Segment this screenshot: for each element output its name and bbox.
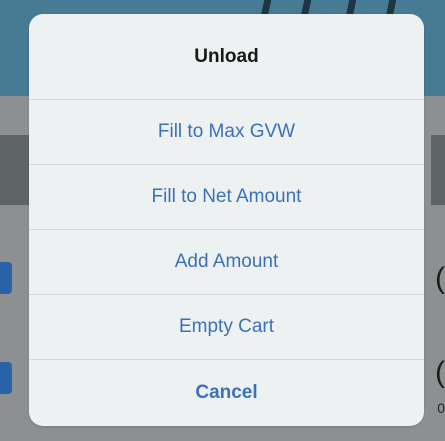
background-text: 0 xyxy=(437,400,445,416)
action-sheet-title: Unload xyxy=(29,14,424,100)
background-text: ( xyxy=(435,356,445,389)
empty-cart-button[interactable]: Empty Cart xyxy=(29,295,424,360)
background-text: ( xyxy=(435,262,445,295)
screen: ( ( 0 Unload Fill to Max GVW Fill to Net… xyxy=(0,0,445,441)
background-card xyxy=(431,135,445,205)
cancel-button[interactable]: Cancel xyxy=(29,360,424,425)
unload-action-sheet: Unload Fill to Max GVW Fill to Net Amoun… xyxy=(29,14,424,426)
fill-to-max-gvw-button[interactable]: Fill to Max GVW xyxy=(29,100,424,165)
background-link xyxy=(0,262,12,294)
fill-to-net-amount-button[interactable]: Fill to Net Amount xyxy=(29,165,424,230)
add-amount-button[interactable]: Add Amount xyxy=(29,230,424,295)
background-link xyxy=(0,362,12,394)
